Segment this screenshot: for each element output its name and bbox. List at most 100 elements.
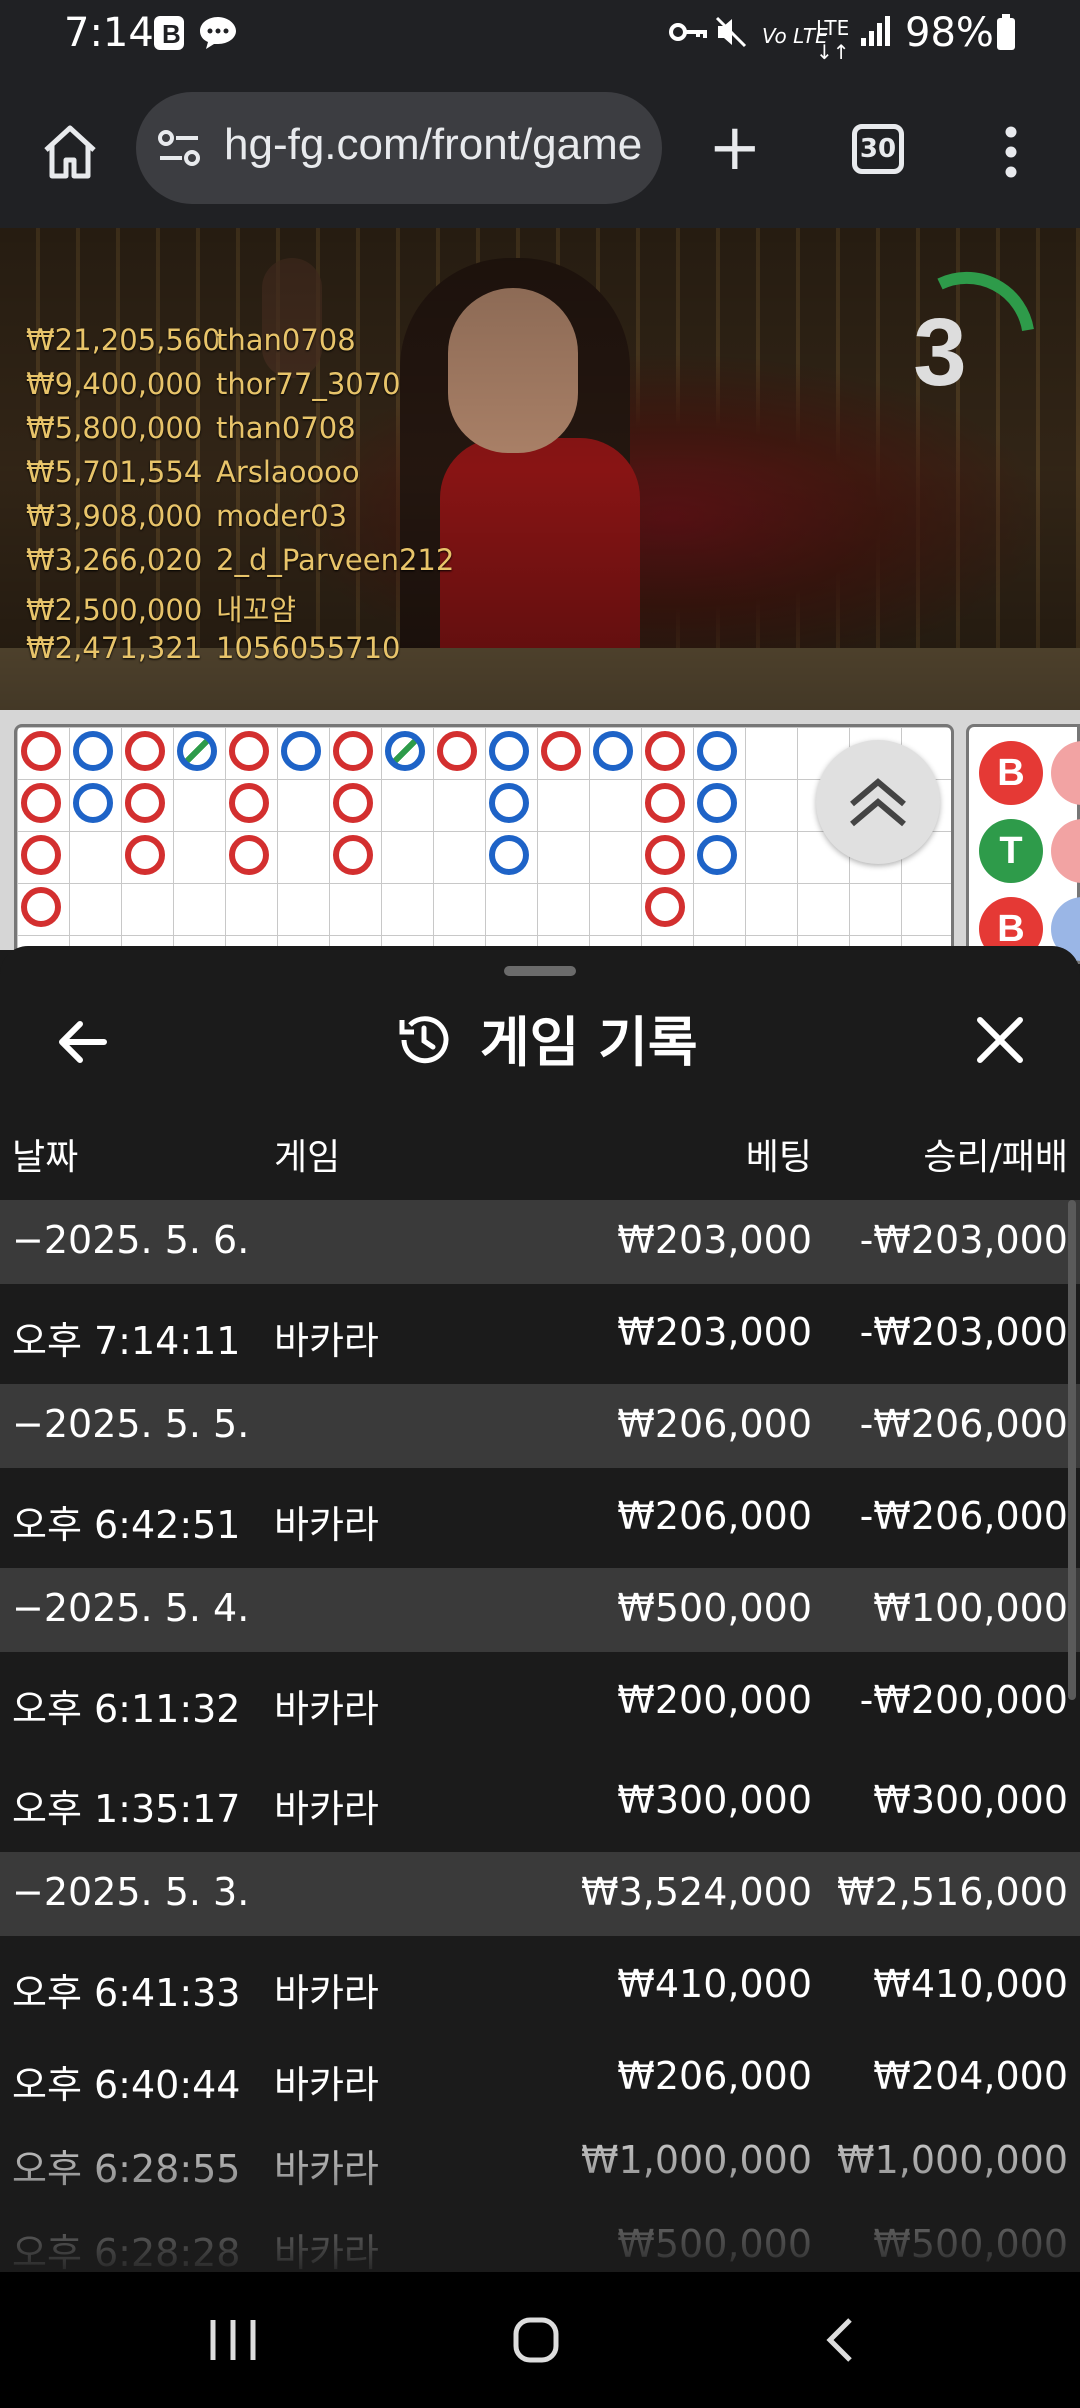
live-dealer-video: ₩21,205,560than0708 ₩9,400,000 thor77_3070… [0, 228, 1080, 710]
mute-icon [714, 14, 748, 59]
url-text[interactable]: hg-fg.com/front/game [224, 120, 644, 176]
header-bet: 베팅 [745, 1137, 812, 1178]
drag-handle[interactable] [504, 966, 576, 976]
winner-username: 1056055710 [216, 631, 401, 665]
road-bead [229, 731, 269, 771]
row-game: 바카라 [274, 1319, 379, 1363]
road-bead [489, 731, 529, 771]
home-nav-icon[interactable] [512, 2316, 560, 2368]
row-date: −2025. 5. 3. [12, 1870, 250, 1914]
system-nav-bar [0, 2272, 1080, 2408]
road-bead [645, 835, 685, 875]
scrollbar[interactable] [1068, 1200, 1076, 1700]
road-bead [21, 835, 61, 875]
history-icon [396, 1012, 452, 1068]
road-bead [697, 731, 737, 771]
row-date: 오후 6:42:51 [12, 1503, 241, 1547]
status-bar: 7:14 B Vo LTE LTE ↓↑ 98% [0, 0, 1080, 72]
road-bead [125, 835, 165, 875]
road-bead [437, 731, 477, 771]
row-bet: ₩3,524,000 [581, 1870, 812, 1914]
winner-username: than0708 [216, 411, 356, 445]
winner-entry: ₩3,908,000 moder03 [26, 499, 466, 543]
close-icon[interactable] [974, 1014, 1026, 1066]
battery-level: 98% [905, 10, 994, 56]
row-game: 바카라 [274, 1971, 379, 2015]
signal-icon [860, 14, 892, 57]
table-header: 날짜 게임 베팅 승리/패배 [0, 1106, 1080, 1186]
date-group-row[interactable]: −2025. 5. 3. ₩3,524,000 ₩2,516,000 [0, 1852, 1080, 1936]
site-settings-icon[interactable] [156, 126, 202, 170]
road-bead [73, 783, 113, 823]
bead-token-partial [1051, 819, 1080, 883]
winner-amount: ₩21,205,560 [26, 323, 221, 357]
date-group-row[interactable]: −2025. 5. 6. ₩203,000 -₩203,000 [0, 1200, 1080, 1284]
winner-entry: ₩9,400,000 thor77_3070 [26, 367, 466, 411]
row-game: 바카라 [274, 1687, 379, 1731]
road-bead [333, 731, 373, 771]
more-menu-icon[interactable] [996, 122, 1026, 182]
history-row[interactable]: 오후 6:41:33 바카라 ₩410,000 ₩410,000 [0, 1936, 1080, 2036]
road-bead [21, 783, 61, 823]
winner-username: moder03 [216, 499, 348, 533]
header-game: 게임 [274, 1137, 341, 1178]
row-date: −2025. 5. 6. [12, 1218, 250, 1262]
row-bet: ₩203,000 [617, 1218, 812, 1262]
address-bar[interactable]: hg-fg.com/front/game [136, 92, 662, 204]
svg-text:B: B [162, 19, 181, 49]
date-group-row[interactable]: −2025. 5. 5. ₩206,000 -₩206,000 [0, 1384, 1080, 1468]
history-row[interactable]: 오후 6:11:32 바카라 ₩200,000 -₩200,000 [0, 1652, 1080, 1752]
date-group-row[interactable]: −2025. 5. 4. ₩500,000 ₩100,000 [0, 1568, 1080, 1652]
row-winloss: ₩100,000 [873, 1586, 1068, 1630]
winner-amount: ₩9,400,000 [26, 367, 203, 401]
road-bead [125, 731, 165, 771]
winner-username: 내꼬얌 [216, 593, 297, 627]
winner-amount: ₩5,800,000 [26, 411, 203, 445]
bead-plate: BTB [966, 724, 1080, 964]
winner-username: Arslaoooo [216, 455, 360, 489]
row-winloss: ₩410,000 [873, 1962, 1068, 2006]
winner-entry: ₩2,471,321 1056055710 [26, 631, 466, 675]
winner-username: 2_d_Parveen212 [216, 543, 455, 577]
winner-entry: ₩21,205,560than0708 [26, 323, 466, 367]
row-game: 바카라 [274, 1503, 379, 1547]
tab-switcher-button[interactable]: 30 [852, 124, 904, 174]
status-time: 7:14 [64, 10, 154, 56]
road-bead [333, 783, 373, 823]
chat-icon [198, 14, 238, 61]
battery-icon [996, 14, 1016, 61]
history-row[interactable]: 오후 1:35:17 바카라 ₩300,000 ₩300,000 [0, 1752, 1080, 1852]
row-winloss: -₩203,000 [859, 1218, 1068, 1262]
home-icon[interactable] [38, 120, 102, 184]
row-bet: ₩300,000 [617, 1778, 812, 1822]
road-bead [229, 783, 269, 823]
road-bead [697, 783, 737, 823]
round-timer: 3 [900, 270, 1040, 410]
road-bead [73, 731, 113, 771]
header-date: 날짜 [12, 1137, 79, 1178]
road-bead [593, 731, 633, 771]
winner-entry: ₩5,701,554 Arslaoooo [26, 455, 466, 499]
road-bead [125, 783, 165, 823]
row-winloss: ₩2,516,000 [837, 1870, 1068, 1914]
winner-amount: ₩3,266,020 [26, 543, 203, 577]
winner-amount: ₩2,471,321 [26, 631, 203, 665]
history-row[interactable]: 오후 7:14:11 바카라 ₩203,000 -₩203,000 [0, 1284, 1080, 1384]
row-date: 오후 1:35:17 [12, 1787, 241, 1831]
winners-list: ₩21,205,560than0708 ₩9,400,000 thor77_3070… [26, 323, 466, 675]
road-bead [21, 887, 61, 927]
back-nav-icon[interactable] [822, 2316, 858, 2368]
road-bead [21, 731, 61, 771]
row-date: 오후 7:14:11 [12, 1319, 241, 1363]
new-tab-icon[interactable]: + [708, 116, 762, 180]
back-arrow-icon[interactable] [54, 1014, 110, 1070]
row-date: 오후 6:41:33 [12, 1971, 241, 2015]
bead-roadmap: BTB [0, 710, 1080, 964]
recents-icon[interactable] [208, 2318, 258, 2366]
vpn-key-icon [668, 14, 708, 59]
big-road-grid [14, 724, 954, 964]
bead-token: T [979, 819, 1043, 883]
history-row[interactable]: 오후 6:42:51 바카라 ₩206,000 -₩206,000 [0, 1468, 1080, 1568]
winner-amount: ₩3,908,000 [26, 499, 203, 533]
expand-roadmap-button[interactable] [816, 740, 940, 864]
